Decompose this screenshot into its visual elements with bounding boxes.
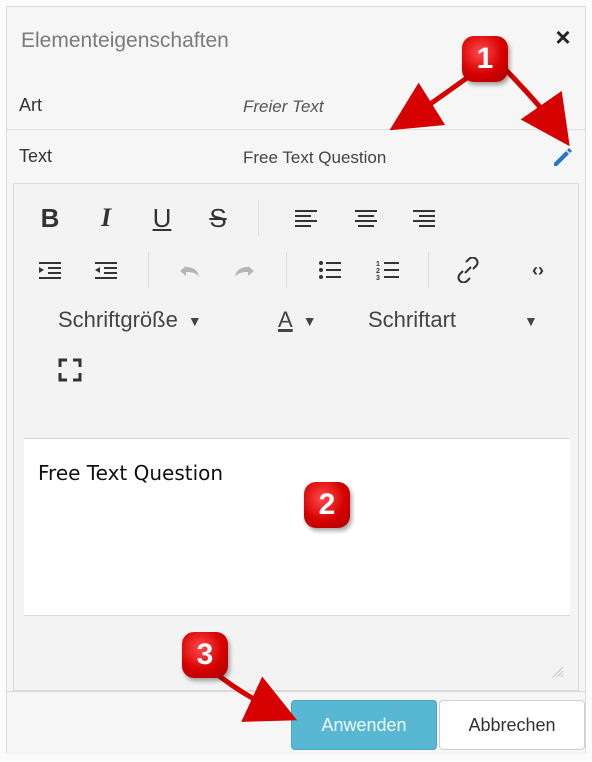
apply-button[interactable]: Anwenden	[291, 700, 437, 750]
editor-content-area[interactable]: Free Text Question	[24, 438, 570, 616]
font-size-dropdown[interactable]: Schriftgröße ▼	[58, 304, 202, 336]
fullscreen-icon	[58, 358, 82, 382]
undo-button[interactable]	[170, 252, 210, 288]
toolbar-row-structure: 1 2 3 ‹›	[24, 244, 570, 296]
property-row-text: Text Free Text Question	[7, 129, 585, 181]
rich-text-editor: B I U S 1 2 3 ‹› Schriftgröße ▼ A ▼ Schr…	[13, 183, 579, 691]
annotation-marker-3: 3	[182, 632, 228, 678]
code-icon: ‹›	[532, 259, 544, 280]
svg-text:1: 1	[376, 261, 380, 268]
text-color-label: A	[278, 307, 293, 332]
align-right-icon	[413, 210, 435, 227]
fullscreen-button[interactable]	[50, 352, 90, 388]
align-center-icon	[355, 210, 377, 227]
chevron-down-icon: ▼	[187, 313, 202, 329]
link-icon	[457, 257, 479, 283]
toolbar-separator	[258, 200, 259, 236]
property-row-art: Art Freier Text	[7, 79, 585, 131]
numbered-list-icon: 1 2 3	[376, 261, 399, 281]
align-center-button[interactable]	[346, 200, 386, 236]
property-label-text: Text	[19, 146, 53, 166]
toolbar-row-view	[24, 344, 570, 396]
property-value-art: Freier Text	[243, 97, 324, 116]
source-code-button[interactable]: ‹›	[518, 252, 558, 288]
font-family-label: Schriftart	[368, 307, 457, 332]
indent-button[interactable]	[30, 252, 70, 288]
align-right-button[interactable]	[404, 200, 444, 236]
toolbar-separator	[286, 252, 287, 288]
cancel-button[interactable]: Abbrechen	[439, 700, 585, 750]
chevron-down-icon: ▼	[524, 313, 538, 329]
toolbar-row-typography: Schriftgröße ▼ A ▼ Schriftart ▼	[24, 294, 570, 346]
align-left-button[interactable]	[286, 200, 326, 236]
outdent-button[interactable]	[86, 252, 126, 288]
editor-text: Free Text Question	[38, 461, 224, 485]
align-left-icon	[295, 210, 317, 227]
font-family-dropdown[interactable]: Schriftart ▼	[368, 304, 538, 336]
bulleted-list-icon	[319, 261, 341, 279]
redo-icon	[235, 266, 254, 277]
annotation-marker-1: 1	[462, 36, 508, 82]
indent-icon	[39, 262, 61, 279]
editor-toolbar: B I U S 1 2 3 ‹› Schriftgröße ▼ A ▼ Schr…	[24, 192, 570, 440]
screenshot-root: Elementeigenschaften × Art Freier Text T…	[0, 0, 592, 762]
pencil-icon[interactable]	[547, 142, 577, 172]
strikethrough-button[interactable]: S	[198, 200, 238, 236]
bold-button[interactable]: B	[30, 200, 70, 236]
close-icon[interactable]: ×	[549, 23, 577, 51]
outdent-icon	[95, 262, 117, 279]
bulleted-list-button[interactable]	[310, 252, 350, 288]
link-button[interactable]	[448, 252, 488, 288]
pencil-svg	[554, 148, 572, 166]
numbered-list-button[interactable]: 1 2 3	[368, 252, 408, 288]
annotation-marker-2: 2	[304, 482, 350, 528]
panel-title: Elementeigenschaften	[21, 29, 229, 52]
editor-status-bar	[24, 616, 570, 686]
element-properties-panel: Elementeigenschaften × Art Freier Text T…	[6, 6, 586, 755]
undo-icon	[180, 266, 199, 277]
font-size-label: Schriftgröße	[58, 307, 178, 332]
svg-text:3: 3	[376, 275, 380, 281]
toolbar-separator	[428, 252, 429, 288]
underline-button[interactable]: U	[142, 200, 182, 236]
redo-button[interactable]	[224, 252, 264, 288]
chevron-down-icon: ▼	[302, 313, 317, 329]
property-label-art: Art	[19, 95, 43, 115]
toolbar-row-formatting: B I U S	[24, 192, 570, 244]
property-value-text: Free Text Question	[243, 148, 387, 167]
italic-button[interactable]: I	[86, 200, 126, 236]
svg-text:2: 2	[376, 268, 380, 275]
dialog-footer: Anwenden Abbrechen	[7, 691, 585, 755]
text-color-dropdown[interactable]: A ▼	[278, 304, 317, 336]
toolbar-separator	[148, 252, 149, 288]
resize-grip-icon[interactable]	[552, 666, 564, 678]
